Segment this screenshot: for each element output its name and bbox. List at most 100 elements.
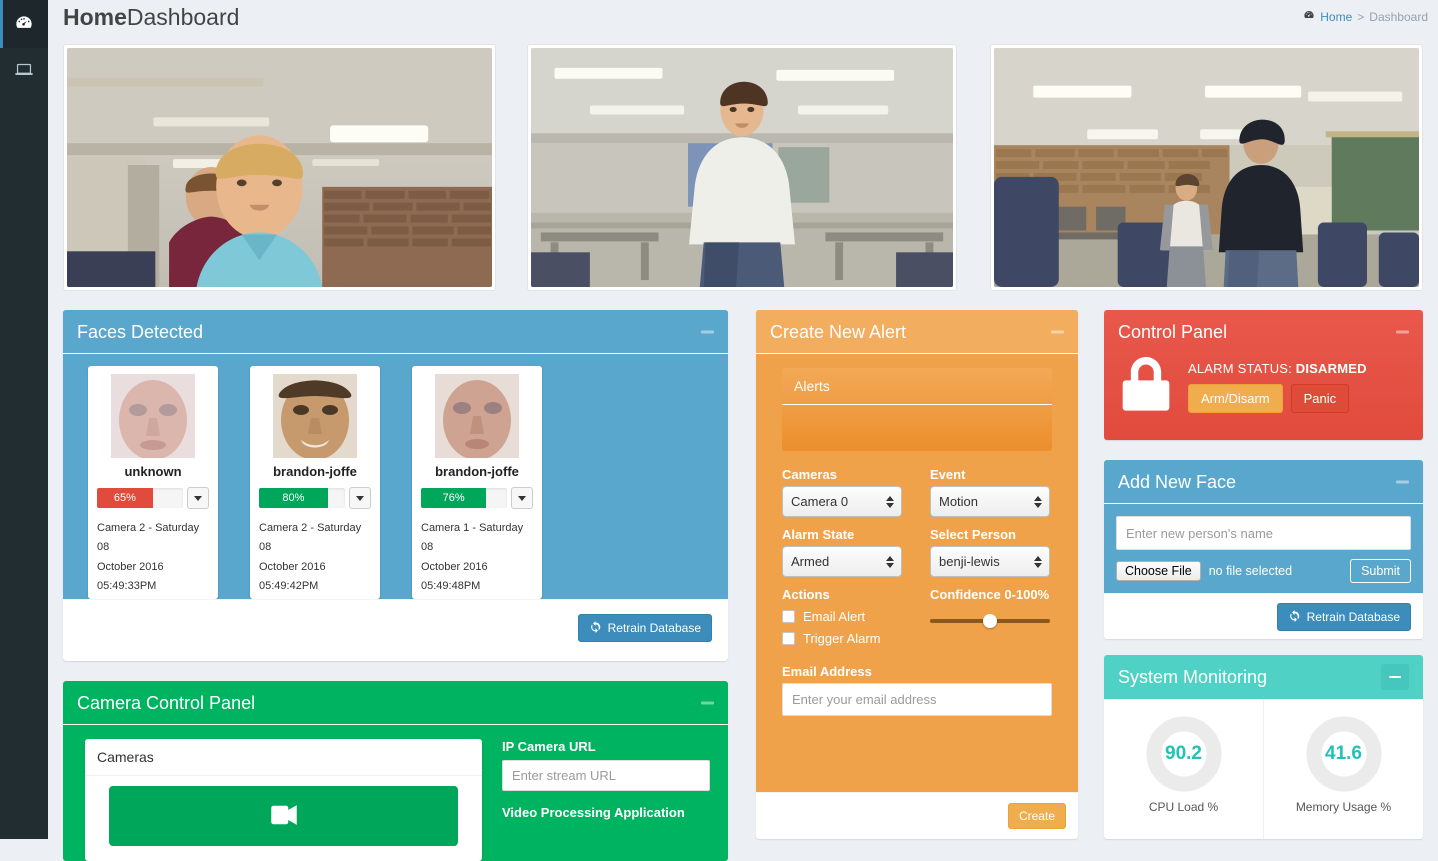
camera-control-header: Camera Control Panel (63, 681, 728, 725)
memory-usage-value: 41.6 (1325, 743, 1362, 764)
panic-button[interactable]: Panic (1290, 383, 1350, 413)
select-person-field: Select Person benji-lewis (930, 527, 1050, 577)
alert-panel-body: Alerts (756, 354, 1078, 451)
lock-icon (1118, 354, 1174, 419)
select-person-select[interactable]: benji-lewis (930, 546, 1050, 577)
minus-icon[interactable] (701, 330, 714, 333)
create-alert-label: Create (1018, 809, 1055, 823)
email-alert-checkbox[interactable] (782, 610, 795, 623)
camera-feed-0[interactable] (63, 44, 496, 291)
alarm-state-select-value: Armed (791, 554, 830, 569)
memory-usage-label: Memory Usage % (1295, 800, 1392, 814)
add-new-face-panel: Add New Face Choose File no file selecte… (1104, 460, 1423, 639)
arm-disarm-button[interactable]: Arm/Disarm (1188, 383, 1283, 413)
face-thumbnail (273, 374, 357, 458)
face-card[interactable]: brandon-joffe 76% Camera 1 - Saturday 08… (412, 366, 542, 599)
panic-label: Panic (1303, 390, 1337, 406)
system-monitoring-title: System Monitoring (1118, 667, 1268, 687)
video-processing-application-label: Video Processing Application (502, 805, 685, 820)
camera-feed-2[interactable] (990, 44, 1423, 291)
cpu-load-value: 90.2 (1165, 743, 1202, 764)
email-alert-checkbox-row[interactable]: Email Alert (782, 609, 902, 624)
minus-icon[interactable] (1396, 330, 1409, 334)
chevron-down-icon[interactable] (187, 487, 209, 509)
breadcrumb-separator: > (1357, 9, 1365, 24)
trigger-alarm-checkbox[interactable] (782, 632, 795, 645)
camera-feed-1[interactable] (527, 44, 957, 291)
face-meta: Camera 2 - Saturday 08 October 2016 05:4… (97, 519, 209, 596)
minus-icon[interactable] (1396, 480, 1409, 483)
refresh-icon (589, 620, 602, 636)
faces-panel-footer: Retrain Database (63, 599, 728, 661)
memory-usage-gauge-cell: 41.6 Memory Usage % (1263, 699, 1423, 839)
ip-camera-url-label: IP Camera URL (502, 739, 596, 754)
create-alert-button[interactable]: Create (1007, 803, 1066, 829)
minus-icon[interactable] (1381, 664, 1409, 690)
face-thumbnail (435, 374, 519, 458)
spinner-icon (1034, 495, 1042, 508)
camera-control-title: Camera Control Panel (77, 692, 256, 713)
video-camera-icon (267, 798, 301, 835)
control-panel-title: Control Panel (1118, 322, 1228, 342)
camera-feed-1-image (531, 48, 953, 287)
add-camera-button[interactable] (109, 786, 458, 846)
breadcrumb-home[interactable]: Home (1320, 10, 1352, 24)
face-meta: Camera 2 - Saturday 08 October 2016 05:4… (259, 519, 371, 596)
sidebar-item-dashboard[interactable] (0, 0, 48, 48)
confidence-label: Confidence 0-100% (930, 587, 1050, 602)
confidence-field: Confidence 0-100% (930, 587, 1050, 646)
alert-form-grid: Cameras Camera 0 Event Motion Alarm Stat… (756, 467, 1078, 646)
ip-camera-url-input[interactable] (502, 760, 710, 791)
chevron-down-icon[interactable] (511, 487, 533, 509)
faces-card-list: unknown 65% Camera 2 - Saturday 08 Octob… (63, 354, 728, 599)
page-title-bold: Home (63, 4, 127, 30)
submit-button[interactable]: Submit (1350, 559, 1411, 583)
retrain-database-button[interactable]: Retrain Database (1276, 603, 1411, 631)
select-person-label: Select Person (930, 527, 1016, 542)
face-card[interactable]: unknown 65% Camera 2 - Saturday 08 Octob… (88, 366, 218, 599)
actions-label: Actions (782, 587, 830, 602)
trigger-alarm-checkbox-row[interactable]: Trigger Alarm (782, 631, 902, 646)
face-meta-line1: Camera 2 - Saturday 08 (97, 522, 200, 554)
camera-feed-0-image (67, 48, 492, 287)
faces-panel-title: Faces Detected (77, 321, 204, 342)
new-person-name-input[interactable] (1116, 516, 1411, 550)
create-new-alert-panel: Create New Alert Alerts Cameras Camera 0… (756, 310, 1078, 839)
face-confidence-row: 65% (97, 487, 209, 509)
face-meta-line2: October 2016 05:49:42PM (259, 560, 326, 592)
alert-panel-title: Create New Alert (770, 321, 907, 342)
face-card[interactable]: brandon-joffe 80% Camera 2 - Saturday 08… (250, 366, 380, 599)
face-name: brandon-joffe (435, 464, 519, 479)
confidence-slider-knob[interactable] (983, 614, 997, 628)
retrain-database-button[interactable]: Retrain Database (577, 614, 712, 642)
choose-file-button[interactable]: Choose File (1116, 561, 1201, 581)
minus-icon[interactable] (701, 701, 714, 704)
sidebar-item-monitor[interactable] (0, 48, 48, 96)
file-chooser-row: Choose File no file selected Submit (1116, 559, 1411, 583)
cameras-field: Cameras Camera 0 (782, 467, 902, 517)
chevron-down-icon[interactable] (349, 487, 371, 509)
system-monitoring-body: 90.2 CPU Load % 41.6 Memory Usage % (1104, 699, 1423, 839)
system-monitoring-header: System Monitoring (1104, 655, 1423, 699)
cpu-load-gauge: 90.2 (1145, 715, 1223, 793)
alerts-list-header: Alerts (782, 368, 1052, 405)
face-meta-line2: October 2016 05:49:48PM (421, 560, 488, 592)
face-meta-line2: October 2016 05:49:33PM (97, 560, 164, 592)
email-address-input[interactable] (782, 683, 1052, 716)
add-face-body: Choose File no file selected Submit (1104, 504, 1423, 597)
spinner-icon (886, 555, 894, 568)
cameras-label: Cameras (782, 467, 837, 482)
arm-disarm-label: Arm/Disarm (1201, 390, 1270, 406)
sidebar (0, 0, 48, 839)
event-select[interactable]: Motion (930, 486, 1050, 517)
alarm-state-select[interactable]: Armed (782, 546, 902, 577)
minus-icon[interactable] (1051, 330, 1064, 333)
camera-control-panel: Camera Control Panel Cameras IP Camera U… (63, 681, 728, 861)
trigger-alarm-label: Trigger Alarm (803, 631, 881, 646)
confidence-slider[interactable] (930, 612, 1050, 630)
control-panel-content: ALARM STATUS: DISARMED Arm/Disarm Panic (1104, 354, 1423, 419)
event-label: Event (930, 467, 966, 482)
actions-field: Actions Email Alert Trigger Alarm (782, 587, 902, 646)
cameras-select[interactable]: Camera 0 (782, 486, 902, 517)
face-name: brandon-joffe (273, 464, 357, 479)
